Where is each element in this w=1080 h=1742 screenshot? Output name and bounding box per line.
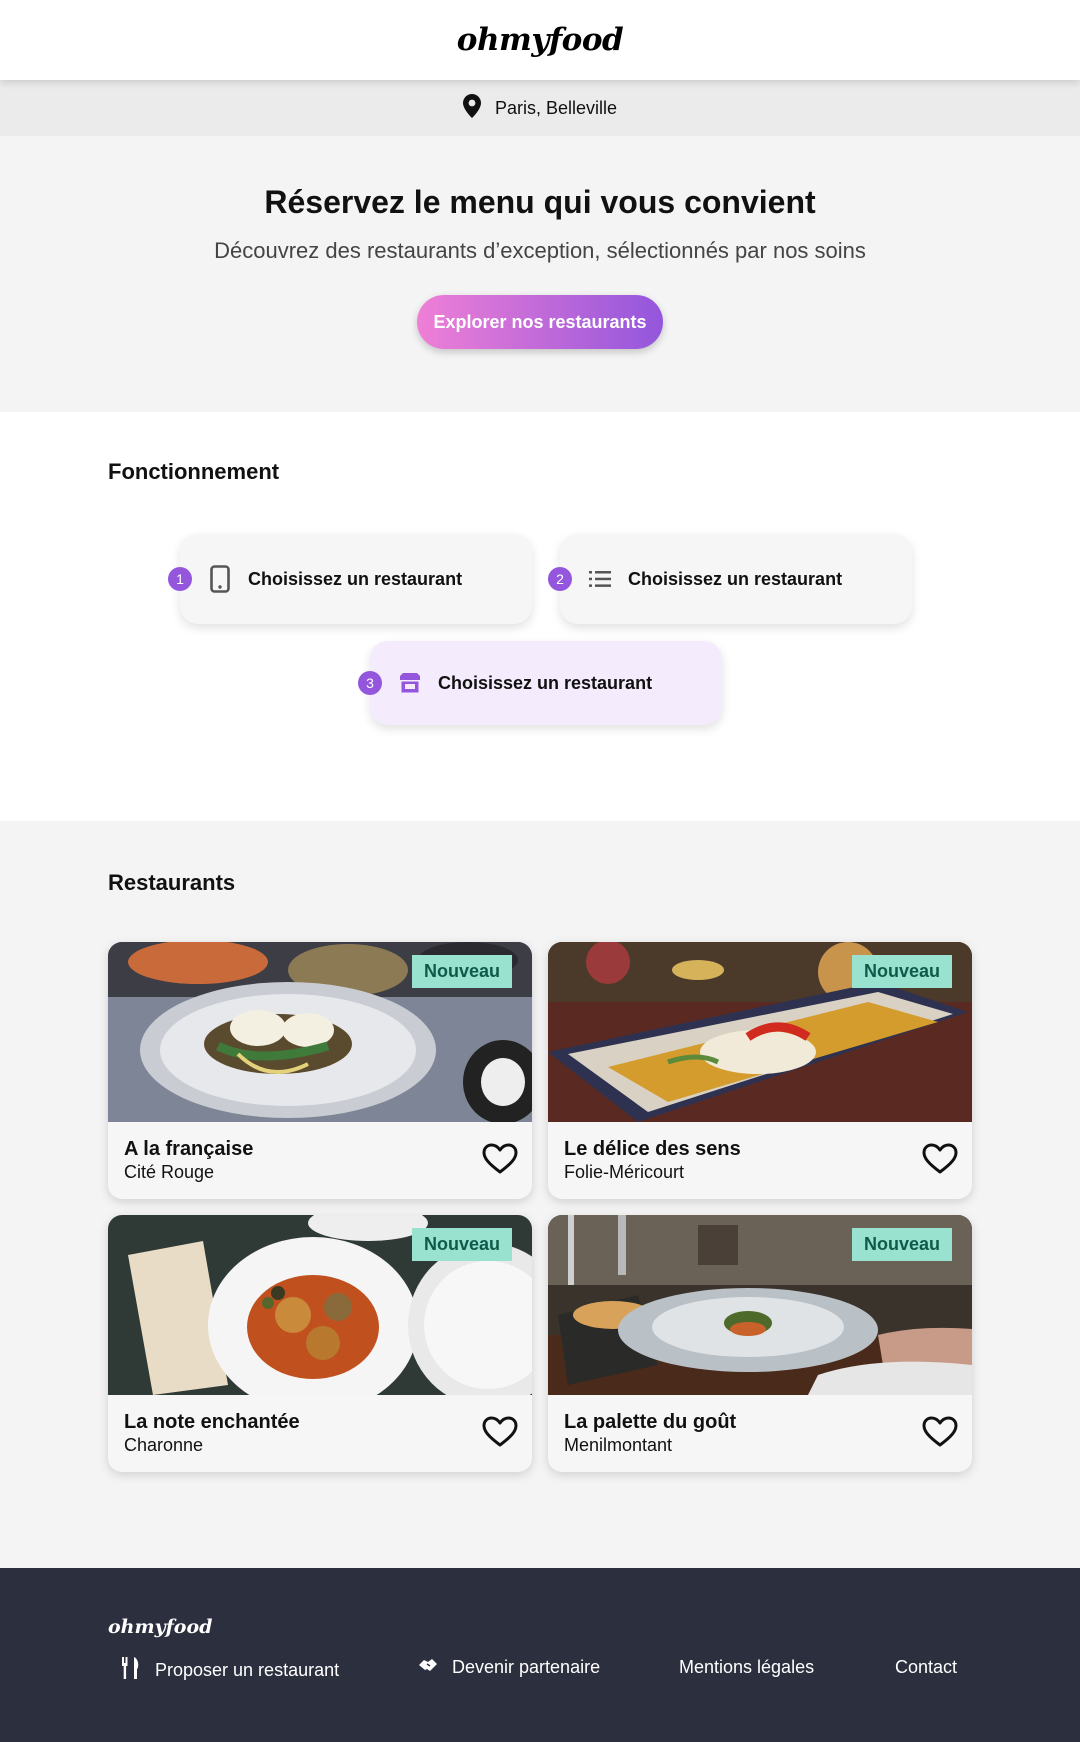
- hero-subtitle: Découvrez des restaurants d’exception, s…: [214, 238, 866, 263]
- location-text: Paris, Belleville: [494, 97, 618, 118]
- step-number: 1: [168, 567, 192, 591]
- restaurant-name: A la française: [124, 1138, 254, 1160]
- footer-link-label: Mentions légales: [679, 1657, 815, 1677]
- section-title-restaurants: Restaurants: [108, 870, 236, 895]
- store-icon: [398, 671, 422, 695]
- footer-link-contact[interactable]: Contact: [895, 1657, 957, 1678]
- new-badge: Nouveau: [411, 1228, 512, 1261]
- map-pin-icon: [462, 93, 481, 123]
- step-label: Choisissez un restaurant: [438, 673, 653, 693]
- heart-icon[interactable]: [482, 1143, 518, 1175]
- heart-icon[interactable]: [482, 1416, 518, 1448]
- hero-title: Réservez le menu qui vous convient: [264, 184, 816, 220]
- restaurant-location: Cité Rouge: [124, 1162, 215, 1182]
- footer-link-become-partner[interactable]: Devenir partenaire: [418, 1657, 600, 1678]
- step-number: 2: [548, 567, 572, 591]
- restaurant-card[interactable]: Nouveau La note enchantée Charonne: [108, 1215, 532, 1472]
- restaurant-name: La palette du goût: [564, 1411, 737, 1433]
- restaurant-location: Folie-Méricourt: [564, 1162, 685, 1182]
- restaurant-card[interactable]: Nouveau A la française Cité Rouge: [108, 942, 532, 1199]
- step-label: Choisissez un restaurant: [628, 569, 843, 589]
- how-it-works-section: Fonctionnement 1 Choisissez un restauran…: [0, 412, 1080, 821]
- restaurant-card[interactable]: Nouveau La palette du goût Menilmontant: [548, 1215, 972, 1472]
- site-logo[interactable]: ohmyfood: [457, 22, 624, 58]
- step-card-2: 2 Choisissez un restaurant: [548, 534, 912, 624]
- restaurant-name: Le délice des sens: [564, 1138, 741, 1160]
- footer-link-legal-notice[interactable]: Mentions légales: [679, 1657, 814, 1678]
- footer-link-label: Devenir partenaire: [452, 1657, 601, 1677]
- step-card-3: 3 Choisissez un restaurant: [358, 641, 722, 725]
- site-header: ohmyfood: [0, 0, 1080, 80]
- new-badge: Nouveau: [851, 1228, 952, 1261]
- heart-icon[interactable]: [922, 1416, 958, 1448]
- section-title-how: Fonctionnement: [108, 459, 280, 484]
- restaurant-location: Charonne: [124, 1435, 204, 1455]
- footer-logo[interactable]: ohmyfood: [108, 1616, 212, 1638]
- restaurant-location: Menilmontant: [564, 1435, 673, 1455]
- explore-restaurants-button[interactable]: Explorer nos restaurants: [417, 295, 663, 349]
- new-badge: Nouveau: [411, 955, 512, 988]
- restaurants-section: Restaurants Nouveau A la française Cité …: [0, 821, 1080, 1568]
- restaurant-card[interactable]: Nouveau Le délice des sens Folie-Méricou…: [548, 942, 972, 1199]
- utensils-icon: [121, 1657, 141, 1684]
- hero-section: Réservez le menu qui vous convient Décou…: [0, 136, 1080, 412]
- handshake-icon: [418, 1657, 438, 1678]
- location-bar: Paris, Belleville: [0, 80, 1080, 136]
- new-badge: Nouveau: [851, 955, 952, 988]
- footer-link-propose-restaurant[interactable]: Proposer un restaurant: [121, 1657, 339, 1684]
- heart-icon[interactable]: [922, 1143, 958, 1175]
- smartphone-icon: [208, 565, 232, 593]
- footer-link-label: Proposer un restaurant: [155, 1660, 340, 1680]
- step-number: 3: [358, 671, 382, 695]
- footer-link-label: Contact: [895, 1657, 958, 1677]
- step-label: Choisissez un restaurant: [248, 569, 463, 589]
- step-card-1: 1 Choisissez un restaurant: [168, 534, 532, 624]
- site-footer: ohmyfood Proposer un restaurant Devenir …: [0, 1568, 1080, 1742]
- list-icon: [588, 567, 612, 591]
- restaurant-name: La note enchantée: [124, 1411, 300, 1433]
